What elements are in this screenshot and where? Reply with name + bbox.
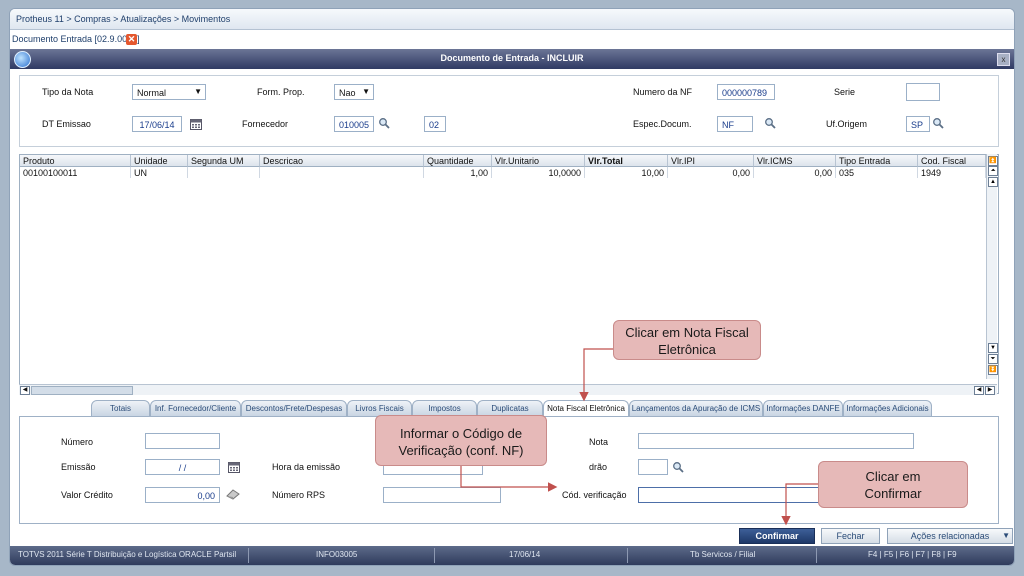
- arrow-to-nfe-tab: [579, 348, 613, 402]
- app-window: Protheus 11 > Compras > Atualizações > M…: [9, 8, 1015, 566]
- callout-nfe-tab: Clicar em Nota Fiscal Eletrônica: [613, 320, 761, 360]
- arrow-to-cod-verificacao: [460, 466, 558, 492]
- arrow-to-confirmar: [781, 483, 818, 526]
- callout-confirmar: Clicar em Confirmar: [818, 461, 968, 508]
- callout-cod-verificacao: Informar o Código de Verificação (conf. …: [375, 415, 547, 466]
